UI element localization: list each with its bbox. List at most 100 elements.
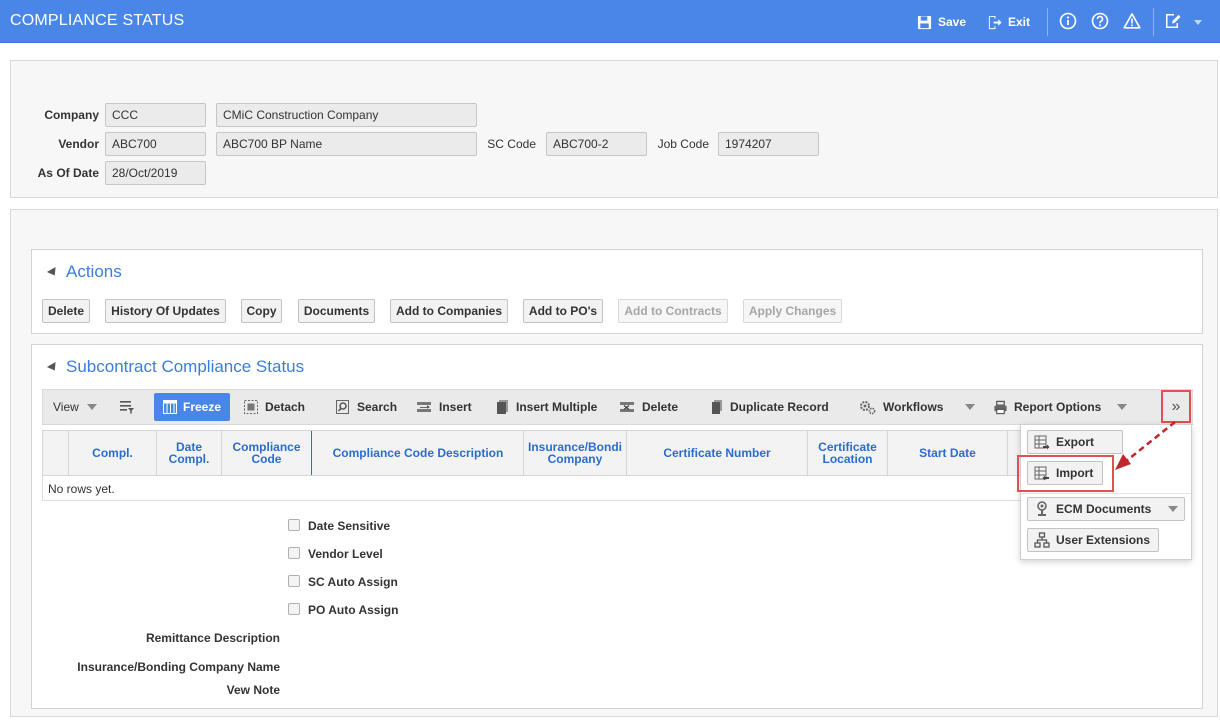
edit-icon[interactable]	[1164, 12, 1182, 30]
column-label: Certificate Location	[818, 440, 877, 466]
sc-code-field[interactable]: ABC700-2	[546, 132, 647, 156]
apply-changes-button: Apply Changes	[743, 299, 842, 323]
detach-icon	[244, 400, 258, 414]
sc-auto-assign-label: SC Auto Assign	[308, 575, 398, 589]
delete-row-button[interactable]: Delete	[619, 390, 678, 424]
insert-button[interactable]: Insert	[416, 390, 472, 424]
column-header-certificate-location[interactable]: Certificate Location	[808, 431, 888, 475]
exit-button[interactable]: Exit	[987, 12, 1030, 32]
actions-section-header[interactable]: Actions	[46, 262, 122, 282]
grid-toolbar: View Freeze Detach Search Insert Insert …	[42, 389, 1193, 425]
import-button[interactable]: Import	[1027, 461, 1103, 485]
insert-label: Insert	[439, 400, 472, 414]
workflows-label: Workflows	[883, 400, 944, 414]
filter-button[interactable]	[119, 390, 141, 424]
workflows-icon	[860, 401, 876, 415]
column-header-compliance-code[interactable]: Compliance Code	[222, 431, 312, 475]
edit-dropdown-caret[interactable]	[1194, 20, 1202, 25]
po-auto-assign-checkbox[interactable]	[288, 603, 300, 615]
delete-row-label: Delete	[642, 400, 679, 414]
subcontract-section-header[interactable]: Subcontract Compliance Status	[46, 357, 304, 377]
vendor-code-field[interactable]: ABC700	[105, 132, 206, 156]
column-label: Compl.	[92, 446, 133, 460]
documents-button[interactable]: Documents	[298, 299, 375, 323]
company-code-field[interactable]: CCC	[105, 103, 206, 127]
search-button[interactable]: Search	[335, 390, 397, 424]
detach-label: Detach	[265, 400, 306, 414]
search-icon	[336, 400, 349, 414]
history-of-updates-button[interactable]: History Of Updates	[105, 299, 226, 323]
column-label: Insurance/Bondi Company	[527, 440, 622, 466]
insert-multiple-icon	[497, 400, 508, 414]
sc-code-label: SC Code	[487, 137, 536, 151]
user-extensions-button[interactable]: User Extensions	[1027, 528, 1159, 552]
insurance-bonding-company-name-label: Insurance/Bonding Company Name	[77, 660, 280, 674]
company-label: Company	[44, 108, 99, 122]
job-code-field[interactable]: 1974207	[718, 132, 819, 156]
insert-multiple-button[interactable]: Insert Multiple	[496, 390, 597, 424]
as-of-date-field[interactable]: 28/Oct/2019	[105, 161, 206, 185]
freeze-icon	[163, 400, 177, 414]
column-header-start-date[interactable]: Start Date	[888, 431, 1008, 475]
copy-button[interactable]: Copy	[241, 299, 282, 323]
add-to-companies-button[interactable]: Add to Companies	[390, 299, 508, 323]
column-header-compl[interactable]: Compl.	[69, 431, 157, 475]
filter-icon	[120, 401, 134, 414]
ecm-documents-menu[interactable]: ECM Documents	[1027, 497, 1185, 521]
exit-label: Exit	[1008, 15, 1031, 29]
warning-icon[interactable]	[1123, 12, 1141, 30]
chevron-down-icon	[1168, 506, 1178, 512]
vew-note-label: Vew Note	[226, 683, 280, 697]
column-header-compliance-code-description[interactable]: Compliance Code Description	[313, 431, 524, 475]
delete-action-button[interactable]: Delete	[42, 299, 90, 323]
grid-header: Compl. Date Compl. Compliance Code Compl…	[42, 430, 1032, 476]
view-menu[interactable]: View	[53, 390, 97, 424]
date-sensitive-checkbox[interactable]	[288, 519, 300, 531]
column-label: Start Date	[919, 446, 976, 460]
insert-icon	[417, 402, 431, 412]
duplicate-record-label: Duplicate Record	[730, 400, 829, 414]
duplicate-record-button[interactable]: Duplicate Record	[710, 390, 829, 424]
vendor-level-label: Vendor Level	[308, 547, 383, 561]
help-icon[interactable]	[1091, 12, 1109, 30]
insert-multiple-label: Insert Multiple	[516, 400, 598, 414]
freeze-label: Freeze	[183, 400, 222, 414]
save-button[interactable]: Save	[917, 12, 966, 32]
sc-auto-assign-checkbox[interactable]	[288, 575, 300, 587]
collapse-triangle-icon	[46, 361, 60, 373]
add-to-contracts-button: Add to Contracts	[618, 299, 728, 323]
company-name-field[interactable]: CMiC Construction Company	[216, 103, 477, 127]
grid-body: No rows yet.	[42, 476, 1032, 501]
user-extensions-label: User Extensions	[1056, 533, 1151, 547]
save-icon	[917, 15, 932, 29]
add-to-pos-button[interactable]: Add to PO's	[523, 299, 603, 323]
remittance-description-label: Remittance Description	[145, 631, 280, 645]
workflows-menu[interactable]: Workflows	[859, 390, 976, 424]
header-divider	[1047, 8, 1048, 36]
chevron-down-icon	[965, 404, 976, 410]
vendor-name-field[interactable]: ABC700 BP Name	[216, 132, 477, 156]
column-header-certificate-number[interactable]: Certificate Number	[627, 431, 808, 475]
double-chevron-right-icon: »	[1171, 397, 1181, 415]
export-icon	[1034, 435, 1050, 449]
column-label: Date Compl.	[168, 440, 210, 466]
column-header-date-compl[interactable]: Date Compl.	[157, 431, 222, 475]
column-header-insurance-bonding-company[interactable]: Insurance/Bondi Company	[524, 431, 627, 475]
report-options-label: Report Options	[1014, 400, 1102, 414]
view-label: View	[53, 400, 79, 414]
actions-title: Actions	[66, 262, 122, 281]
callout-arrow-icon	[1115, 421, 1176, 470]
empty-grid-message: No rows yet.	[48, 482, 115, 496]
vendor-level-checkbox[interactable]	[288, 547, 300, 559]
detach-button[interactable]: Detach	[243, 390, 305, 424]
freeze-button[interactable]: Freeze	[154, 393, 231, 421]
header-divider-2	[1153, 8, 1154, 36]
job-code-label: Job Code	[657, 137, 709, 151]
info-icon[interactable]	[1059, 12, 1077, 30]
search-label: Search	[357, 400, 398, 414]
chevron-down-icon	[1117, 404, 1128, 410]
column-label: Compliance Code Description	[332, 446, 504, 460]
export-label: Export	[1056, 435, 1095, 449]
row-selector-column	[43, 431, 69, 475]
po-auto-assign-label: PO Auto Assign	[308, 603, 399, 617]
